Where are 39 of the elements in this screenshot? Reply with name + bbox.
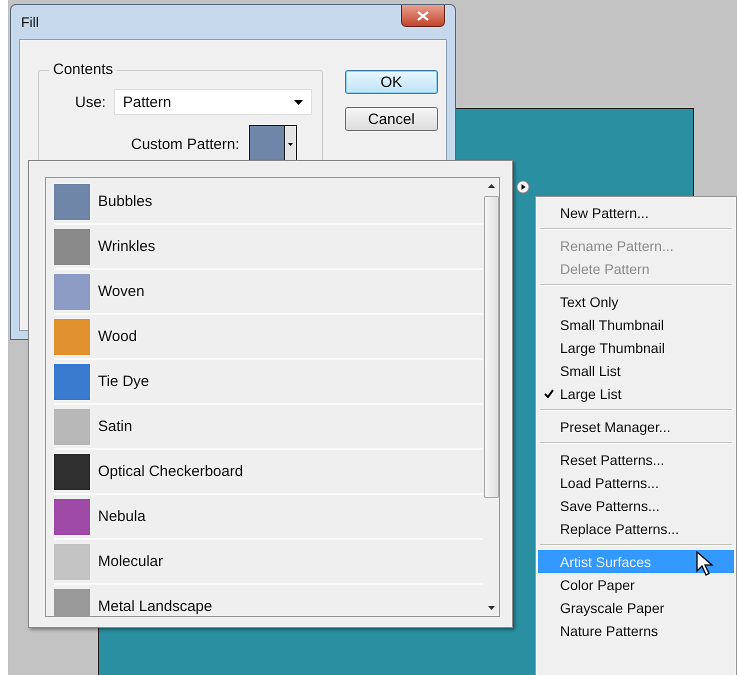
pattern-picker[interactable] xyxy=(249,125,298,163)
use-label: Use: xyxy=(75,94,106,110)
scrollbar-thumb[interactable] xyxy=(484,196,498,498)
menu-item[interactable]: Nature Patterns xyxy=(538,619,734,642)
pattern-row[interactable]: Wood xyxy=(54,315,483,360)
menu-item[interactable]: Save Patterns... xyxy=(538,494,734,517)
menu-item[interactable]: Color Paper xyxy=(538,573,734,596)
cancel-button[interactable]: Cancel xyxy=(344,107,438,131)
dropdown-arrow-icon xyxy=(288,142,294,146)
menu-item[interactable]: Load Patterns... xyxy=(538,471,734,494)
pattern-row[interactable]: Nebula xyxy=(54,495,483,540)
menu-item[interactable]: Text Only xyxy=(538,290,734,313)
pattern-row[interactable]: Metal Landscape xyxy=(54,585,483,616)
pattern-row[interactable]: Wrinkles xyxy=(54,225,483,270)
menu-item[interactable]: Small Thumbnail xyxy=(538,313,734,336)
menu-item[interactable]: New Pattern... xyxy=(538,201,734,224)
custom-pattern-label: Custom Pattern: xyxy=(131,136,240,152)
scroll-down-icon[interactable] xyxy=(488,606,494,610)
menu-item[interactable]: Large Thumbnail xyxy=(538,336,734,359)
pattern-row[interactable]: Molecular xyxy=(54,540,483,585)
menu-item[interactable]: Reset Patterns... xyxy=(538,448,734,471)
pattern-row[interactable]: Optical Checkerboard xyxy=(54,450,483,495)
pattern-row[interactable]: Bubbles xyxy=(54,180,483,225)
menu-item[interactable]: Replace Patterns... xyxy=(538,517,734,540)
menu-item[interactable]: Preset Manager... xyxy=(538,415,734,438)
pattern-row[interactable]: Tie Dye xyxy=(54,360,483,405)
menu-item[interactable]: Small List xyxy=(538,359,734,382)
scroll-up-icon[interactable] xyxy=(488,184,494,188)
pattern-row[interactable]: Woven xyxy=(54,270,483,315)
close-icon xyxy=(417,10,429,20)
ok-button[interactable]: OK xyxy=(344,70,438,94)
window-title: Fill xyxy=(21,14,39,30)
menu-item[interactable]: Grayscale Paper xyxy=(538,596,734,619)
close-button[interactable] xyxy=(401,5,445,27)
use-dropdown[interactable]: Pattern xyxy=(114,89,312,115)
mouse-pointer-icon xyxy=(696,551,714,577)
pattern-row[interactable]: Satin xyxy=(54,405,483,450)
menu-item[interactable]: Large List xyxy=(538,382,734,405)
dropdown-arrow-icon xyxy=(294,100,303,104)
